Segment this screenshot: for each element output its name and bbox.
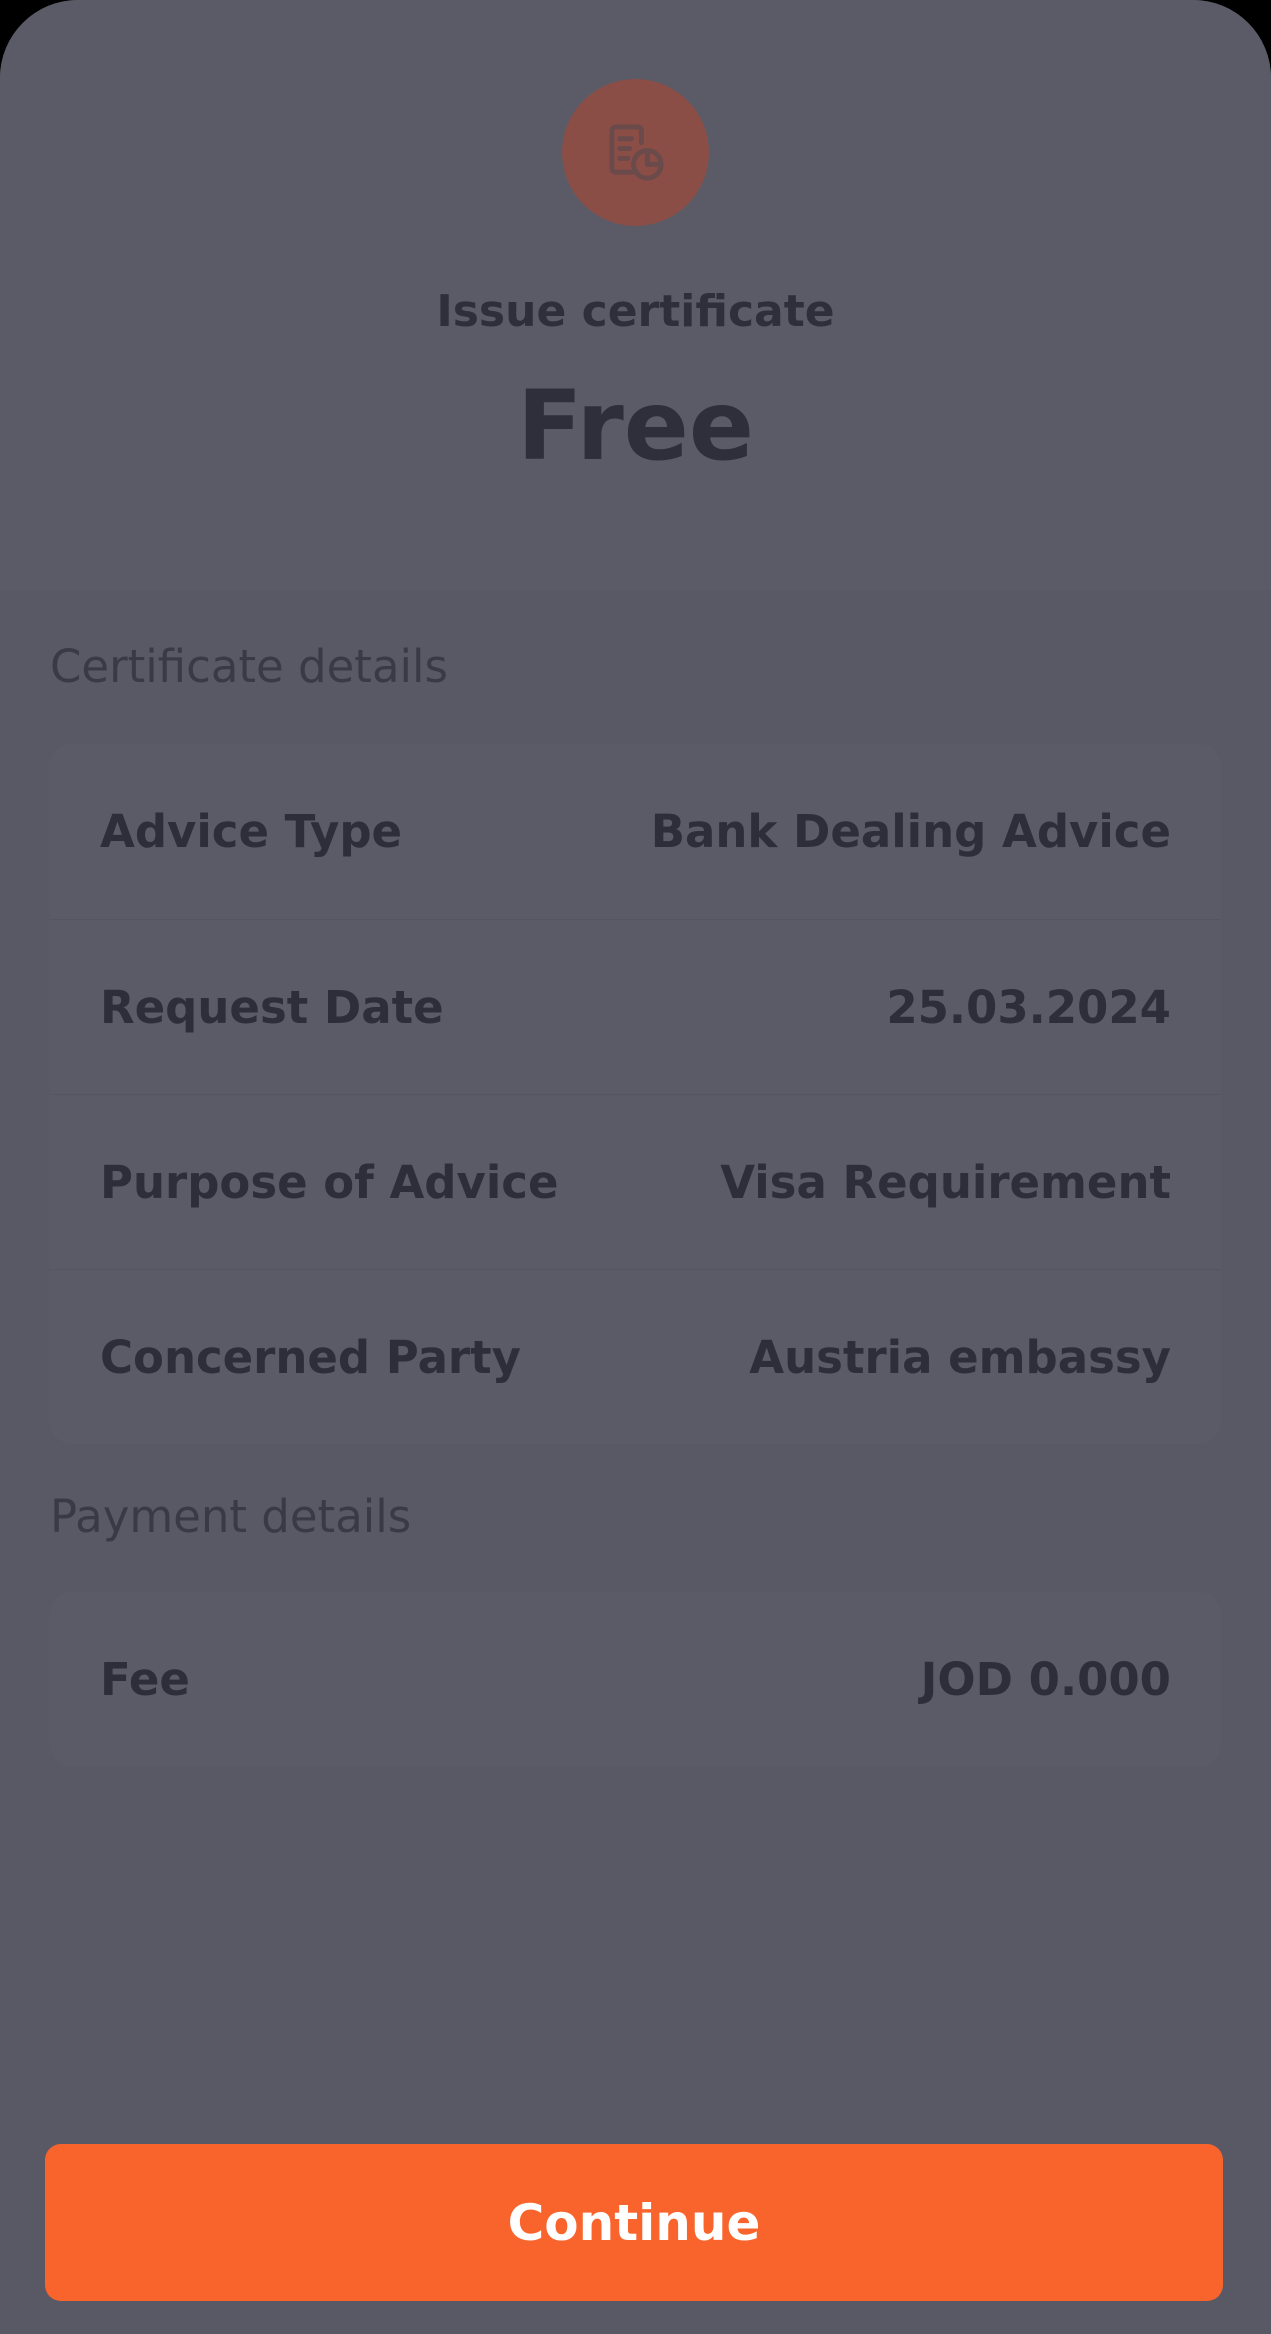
detail-value: Bank Dealing Advice bbox=[650, 805, 1171, 858]
detail-label: Purpose of Advice bbox=[100, 1155, 559, 1209]
page-subtitle: Issue certificate bbox=[436, 286, 835, 337]
sheet-header: Issue certificate Free bbox=[0, 0, 1271, 590]
amount-display: Free bbox=[517, 370, 754, 482]
payment-label: Fee bbox=[100, 1653, 190, 1706]
payment-value: JOD 0.000 bbox=[920, 1653, 1171, 1706]
detail-value: 25.03.2024 bbox=[886, 980, 1171, 1034]
payment-row-fee: Fee JOD 0.000 bbox=[50, 1592, 1221, 1767]
detail-label: Request Date bbox=[100, 980, 444, 1034]
detail-label: Concerned Party bbox=[100, 1330, 521, 1384]
payment-details-heading: Payment details bbox=[50, 1490, 412, 1543]
certificate-details-heading: Certificate details bbox=[50, 640, 448, 693]
certificate-sheet: Issue certificate Free Certificate detai… bbox=[0, 0, 1271, 2334]
payment-details-card: Fee JOD 0.000 bbox=[50, 1592, 1221, 1767]
detail-row-concerned-party: Concerned Party Austria embassy bbox=[50, 1269, 1221, 1444]
detail-row-advice-type: Advice Type Bank Dealing Advice bbox=[50, 744, 1221, 919]
detail-value: Visa Requirement bbox=[720, 1155, 1171, 1209]
certificate-document-icon bbox=[609, 124, 664, 181]
detail-row-purpose: Purpose of Advice Visa Requirement bbox=[50, 1094, 1221, 1269]
certificate-details-card: Advice Type Bank Dealing Advice Request … bbox=[50, 744, 1221, 1444]
detail-label: Advice Type bbox=[100, 805, 403, 858]
certificate-badge bbox=[562, 79, 709, 226]
detail-value: Austria embassy bbox=[749, 1330, 1171, 1384]
detail-row-request-date: Request Date 25.03.2024 bbox=[50, 919, 1221, 1094]
continue-button[interactable]: Continue bbox=[45, 2144, 1223, 2301]
